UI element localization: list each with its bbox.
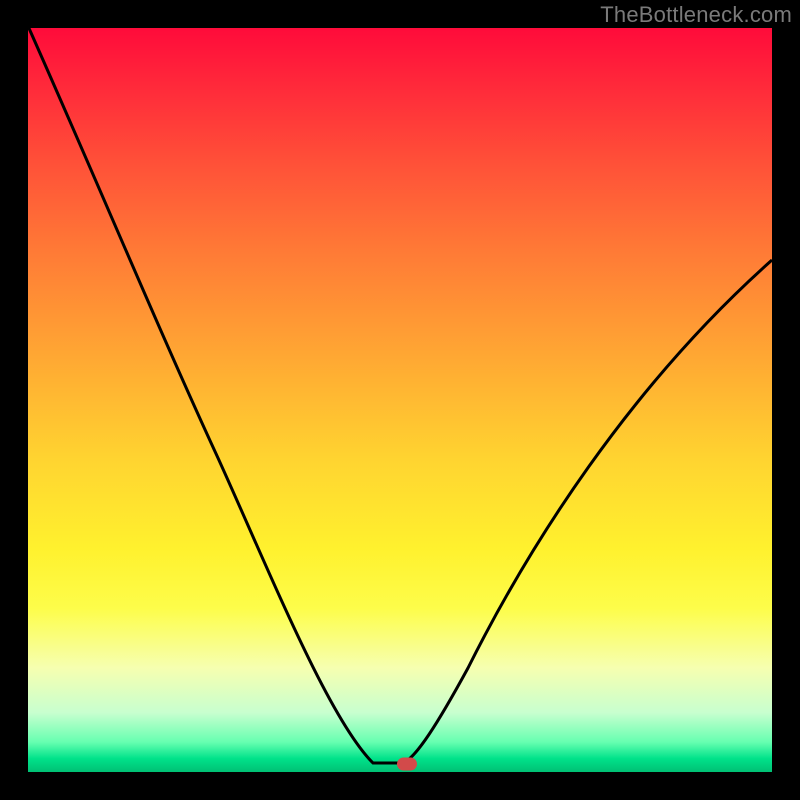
plot-area xyxy=(28,28,772,772)
chart-container: TheBottleneck.com xyxy=(0,0,800,800)
bottleneck-curve xyxy=(28,28,772,772)
optimal-point-marker xyxy=(397,758,417,771)
watermark-text: TheBottleneck.com xyxy=(600,2,792,28)
curve-path xyxy=(28,28,772,763)
